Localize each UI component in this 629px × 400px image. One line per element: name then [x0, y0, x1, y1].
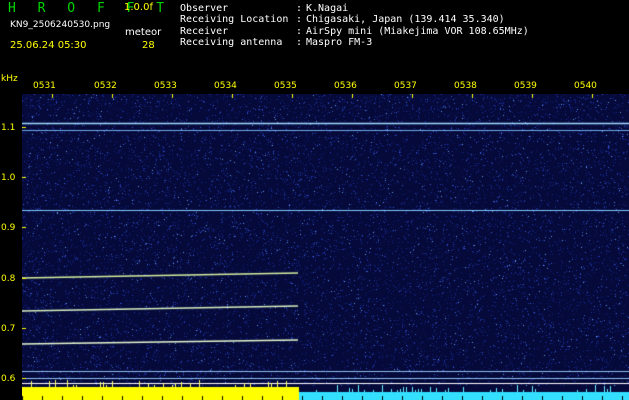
time-label: 0538: [454, 81, 477, 91]
freq-label: 0.9: [1, 223, 16, 233]
time-label: 0539: [514, 81, 537, 91]
time-label: 0532: [94, 81, 117, 91]
timestamp: 25.06.24 05:30: [10, 40, 87, 51]
info-separator: :: [296, 37, 303, 48]
time-label: 0534: [214, 81, 237, 91]
app-version: 1.0.0f: [124, 2, 153, 13]
info-key-receiver: Receiver: [180, 26, 229, 37]
freq-label: 1.1: [1, 123, 16, 133]
freq-label: 1.0: [1, 173, 16, 183]
time-label: 0536: [334, 81, 357, 91]
time-axis: 0531 0532 0533 0534 0535 0536 0537 0538 …: [0, 76, 629, 94]
file-name: KN9_2506240530.png: [10, 20, 111, 30]
freq-label: 0.7: [1, 324, 16, 334]
time-label: 0535: [274, 81, 297, 91]
info-separator: :: [296, 14, 303, 25]
meteor-label: meteor: [125, 27, 162, 38]
meteor-count: 28: [142, 40, 155, 51]
freq-label: 0.6: [1, 374, 16, 384]
time-label: 0531: [33, 81, 56, 91]
frequency-axis: 1.1 1.0 0.9 0.8 0.7 0.6: [0, 94, 22, 400]
info-separator: :: [296, 26, 303, 37]
freq-label: 0.8: [1, 274, 16, 284]
info-value-location: Chigasaki, Japan (139.414 35.340): [306, 14, 505, 25]
info-key-observer: Observer: [180, 3, 229, 14]
time-label: 0540: [574, 81, 597, 91]
spectrogram-waterfall: [22, 94, 629, 400]
header-panel: H R O F F T 1.0.0f KN9_2506240530.png me…: [0, 0, 629, 84]
time-label: 0533: [154, 81, 177, 91]
info-value-receiver: AirSpy mini (Miakejima VOR 108.65MHz): [306, 26, 529, 37]
info-key-antenna: Receiving antenna: [180, 37, 283, 48]
info-key-location: Receiving Location: [180, 14, 289, 25]
info-separator: :: [296, 3, 303, 14]
info-value-antenna: Maspro FM-3: [306, 37, 373, 48]
time-label: 0537: [394, 81, 417, 91]
info-value-observer: K.Nagai: [306, 3, 349, 14]
